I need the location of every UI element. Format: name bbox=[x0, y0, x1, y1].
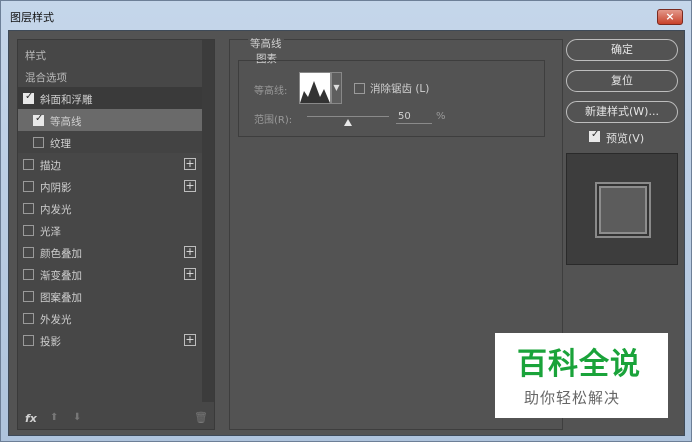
range-slider-knob[interactable] bbox=[344, 119, 352, 126]
list-item-label: 内发光 bbox=[40, 204, 72, 216]
elements-group: 等高线: ▼ 消除锯齿 (L) 范围(R): 50 % bbox=[238, 60, 545, 137]
texture-checkbox[interactable] bbox=[33, 137, 44, 148]
list-scrollbar[interactable] bbox=[202, 40, 214, 402]
contour-checkbox[interactable] bbox=[33, 113, 44, 126]
move-up-icon[interactable]: ⬆ bbox=[50, 412, 58, 423]
list-item-label: 描边 bbox=[40, 160, 61, 172]
styles-header-label: 样式 bbox=[25, 50, 46, 62]
add-stroke-icon[interactable]: + bbox=[184, 158, 196, 170]
styles-header[interactable]: 样式 bbox=[18, 43, 202, 65]
title-bar[interactable]: 图层样式 × bbox=[1, 1, 691, 31]
inner-shadow-checkbox[interactable] bbox=[23, 181, 34, 192]
list-item-drop-shadow[interactable]: 投影 + bbox=[18, 329, 202, 351]
pattern-overlay-checkbox[interactable] bbox=[23, 291, 34, 302]
range-label: 范围(R): bbox=[254, 115, 293, 126]
percent-unit: % bbox=[436, 111, 446, 122]
list-item-bevel-emboss[interactable]: 斜面和浮雕 bbox=[18, 87, 202, 109]
list-toolbar: fx ⬆ ⬇ 🗑 bbox=[18, 408, 214, 430]
list-item-contour[interactable]: 等高线 bbox=[18, 109, 202, 131]
list-item-label: 图案叠加 bbox=[40, 292, 82, 304]
contour-curve-icon bbox=[300, 73, 330, 103]
group-title: 等高线 bbox=[248, 36, 284, 51]
list-item-label: 颜色叠加 bbox=[40, 248, 82, 260]
preview-label: 预览(V) bbox=[606, 132, 645, 145]
list-item-inner-shadow[interactable]: 内阴影 + bbox=[18, 175, 202, 197]
inner-glow-checkbox[interactable] bbox=[23, 203, 34, 214]
list-item-label: 内阴影 bbox=[40, 182, 72, 194]
list-item-label: 外发光 bbox=[40, 314, 72, 326]
gradient-overlay-checkbox[interactable] bbox=[23, 269, 34, 280]
watermark: 百科全说 助你轻松解决 bbox=[495, 333, 668, 418]
window-title: 图层样式 bbox=[10, 11, 54, 24]
satin-checkbox[interactable] bbox=[23, 225, 34, 236]
add-gradient-overlay-icon[interactable]: + bbox=[184, 268, 196, 280]
move-down-icon[interactable]: ⬇ bbox=[73, 412, 81, 423]
list-item-inner-glow[interactable]: 内发光 bbox=[18, 197, 202, 219]
range-slider-track[interactable] bbox=[307, 116, 389, 117]
blending-options-item[interactable]: 混合选项 bbox=[18, 65, 202, 87]
watermark-title: 百科全说 bbox=[517, 347, 641, 382]
drop-shadow-checkbox[interactable] bbox=[23, 335, 34, 346]
list-item-pattern-overlay[interactable]: 图案叠加 bbox=[18, 285, 202, 307]
list-item-satin[interactable]: 光泽 bbox=[18, 219, 202, 241]
contour-picker[interactable] bbox=[299, 72, 331, 104]
styles-list: 样式 混合选项 斜面和浮雕 等高线 纹理 描边 + bbox=[17, 39, 215, 430]
bevel-emboss-checkbox[interactable] bbox=[23, 91, 34, 104]
preview-checkbox[interactable] bbox=[589, 129, 600, 142]
blending-options-label: 混合选项 bbox=[25, 72, 67, 84]
list-item-stroke[interactable]: 描边 + bbox=[18, 153, 202, 175]
list-item-label: 投影 bbox=[40, 336, 61, 348]
chevron-down-icon[interactable]: ▼ bbox=[331, 72, 342, 104]
list-item-label: 纹理 bbox=[50, 138, 71, 150]
list-item-label: 渐变叠加 bbox=[40, 270, 82, 282]
list-item-texture[interactable]: 纹理 bbox=[18, 131, 202, 153]
reset-button[interactable]: 复位 bbox=[566, 70, 678, 92]
list-item-label: 光泽 bbox=[40, 226, 61, 238]
add-drop-shadow-icon[interactable]: + bbox=[184, 334, 196, 346]
close-button[interactable]: × bbox=[657, 9, 683, 25]
color-overlay-checkbox[interactable] bbox=[23, 247, 34, 258]
contour-label: 等高线: bbox=[254, 86, 288, 97]
anti-alias-checkbox[interactable] bbox=[354, 83, 365, 94]
outer-glow-checkbox[interactable] bbox=[23, 313, 34, 324]
layer-style-dialog: 图层样式 × 样式 混合选项 斜面和浮雕 等高线 纹理 bbox=[0, 0, 692, 442]
fx-icon[interactable]: fx bbox=[25, 412, 37, 425]
add-inner-shadow-icon[interactable]: + bbox=[184, 180, 196, 192]
ok-button[interactable]: 确定 bbox=[566, 39, 678, 61]
list-item-gradient-overlay[interactable]: 渐变叠加 + bbox=[18, 263, 202, 285]
trash-icon[interactable]: 🗑 bbox=[194, 411, 208, 424]
list-item-outer-glow[interactable]: 外发光 bbox=[18, 307, 202, 329]
anti-alias-label: 消除锯齿 (L) bbox=[370, 83, 430, 95]
stroke-checkbox[interactable] bbox=[23, 159, 34, 170]
list-item-color-overlay[interactable]: 颜色叠加 + bbox=[18, 241, 202, 263]
list-item-label: 等高线 bbox=[50, 116, 82, 128]
range-input[interactable]: 50 bbox=[396, 108, 432, 124]
preview-thumbnail bbox=[595, 182, 651, 238]
watermark-subtitle: 助你轻松解决 bbox=[524, 389, 621, 407]
new-style-button[interactable]: 新建样式(W)... bbox=[566, 101, 678, 123]
style-preview bbox=[566, 153, 678, 265]
list-item-label: 斜面和浮雕 bbox=[40, 94, 93, 106]
add-color-overlay-icon[interactable]: + bbox=[184, 246, 196, 258]
